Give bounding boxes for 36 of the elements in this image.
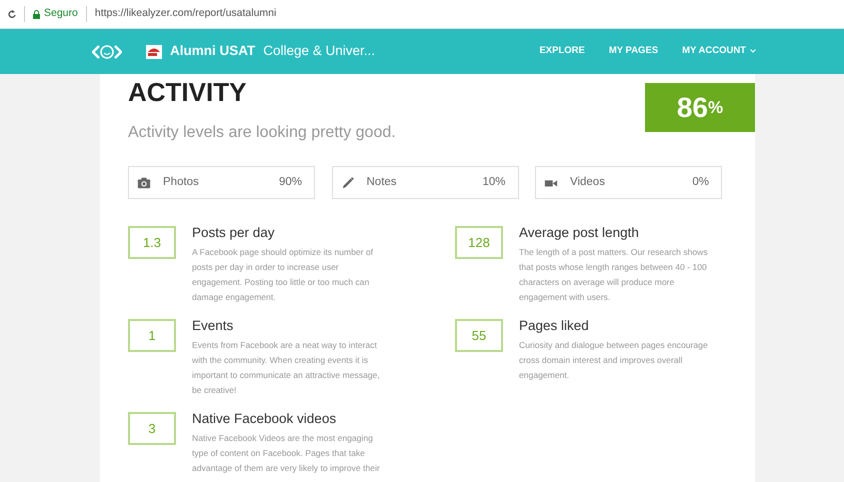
content-type-value: 90% [278,174,303,190]
metric-title: Posts per day [192,226,276,241]
metric-description: Native Facebook Videos are the most engaging type of content on Facebook. Pages that take advantage of them are very likely to improve their [192,432,381,475]
section-title: ACTIVITY [128,79,248,105]
content-type-label: Videos [570,174,605,190]
pencil-icon [340,176,354,190]
metric-value: 1.3 [128,226,176,259]
nav-link[interactable]: MY PAGES [608,44,658,59]
page-category: College & Univer... [263,42,376,60]
metric-title: Native Facebook videos [192,412,338,427]
metric-description: Events from Facebook are a neat way to interact with the community. When creating events it is important to communicate an attractive message, be creative! [192,338,381,397]
content-type-value: 0% [692,174,710,190]
security-label: Seguro [44,6,78,22]
page-avatar-icon [146,44,162,58]
content-type-label: Photos [163,174,199,190]
metric-value: 1 [128,318,176,352]
metric-description: A Facebook page should optimize its number of posts per day in order to increase user engagement. Posting too little or too much can damage engagement. [192,246,374,304]
metric-title: Events [192,318,234,334]
nav-link[interactable]: EXPLORE [539,44,585,59]
lock-icon [33,10,40,18]
reload-icon[interactable] [8,9,16,19]
nav-link[interactable]: MY ACCOUNT [682,44,756,59]
metric-value: 3 [128,412,176,445]
metric-value: 55 [455,318,503,352]
score-badge: 86% [645,83,755,132]
section-subtitle: Activity levels are looking pretty good. [128,123,396,143]
metric-value: 128 [455,226,503,259]
camera-icon [137,176,151,190]
page-name: Alumni USAT [170,42,256,60]
metric-title: Pages liked [519,318,590,334]
metric-description: Curiosity and dialogue between pages encourage cross domain interest and improves overall engagement. [519,338,709,382]
url-text[interactable]: https://likealyzer.com/report/usatalumni [94,7,276,20]
content-type-value: 10% [482,174,506,190]
metric-description: The length of a post matters. Our research shows that posts whose length ranges between 40 - 100 characters on average will produce more engagement with users. [519,246,709,304]
metric-title: Average post length [519,226,640,241]
content-type-label: Notes [366,174,397,190]
